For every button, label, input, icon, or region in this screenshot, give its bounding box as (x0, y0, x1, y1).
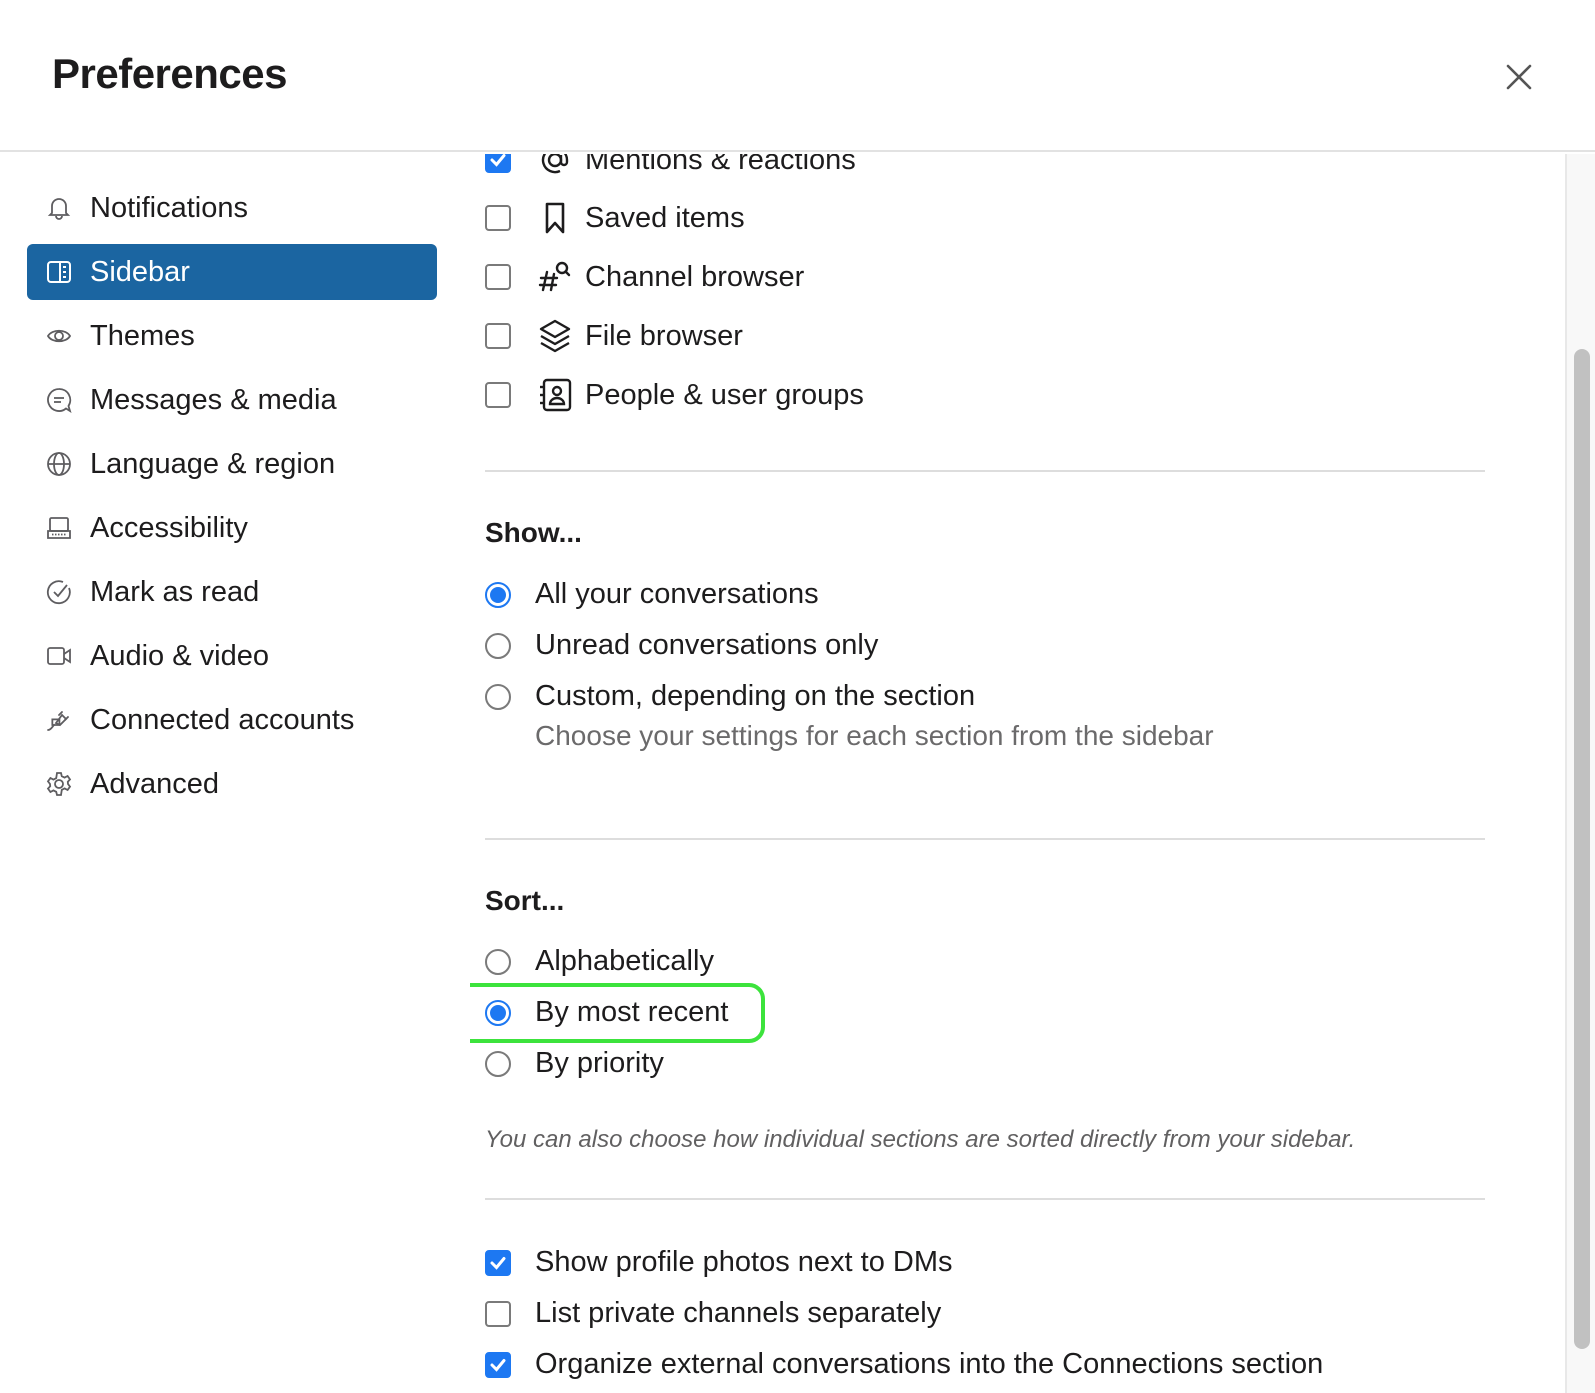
checkbox-checked[interactable] (485, 154, 511, 173)
nav-label: Messages & media (90, 383, 337, 416)
option-label: People & user groups (585, 378, 864, 411)
nav-item-connected-accounts[interactable]: Connected accounts (27, 692, 437, 748)
option-label: Unread conversations only (535, 629, 879, 661)
option-organize-external[interactable]: Organize external conversations into the… (485, 1348, 1323, 1381)
nav-item-notifications[interactable]: Notifications (27, 180, 437, 236)
bell-icon (45, 194, 73, 222)
close-button[interactable] (1498, 56, 1540, 98)
nav-label: Accessibility (90, 511, 248, 544)
option-label: By priority (535, 1047, 664, 1079)
scrollbar-track[interactable] (1565, 154, 1595, 1393)
sort-note: You can also choose how individual secti… (485, 1126, 1356, 1153)
nav-label: Connected accounts (90, 703, 355, 736)
show-option-all[interactable]: All your conversations (485, 578, 819, 611)
nav-item-messages-media[interactable]: Messages & media (27, 372, 437, 428)
option-label: By most recent (535, 996, 729, 1028)
nav-item-mark-as-read[interactable]: Mark as read (27, 564, 437, 620)
preferences-nav: Notifications Sidebar Themes Messages & … (27, 180, 437, 820)
layers-icon (537, 318, 573, 354)
checkbox-checked[interactable] (485, 1351, 511, 1378)
divider (485, 470, 1485, 472)
option-label: File browser (585, 319, 743, 352)
nav-item-language-region[interactable]: Language & region (27, 436, 437, 492)
nav-item-accessibility[interactable]: Accessibility (27, 500, 437, 556)
message-icon (45, 386, 73, 414)
nav-label: Advanced (90, 767, 219, 800)
option-label: Saved items (585, 201, 745, 234)
option-label: Show profile photos next to DMs (535, 1246, 953, 1278)
dialog-header: Preferences (0, 0, 1595, 152)
checkbox[interactable] (485, 264, 511, 290)
option-label: Organize external conversations into the… (535, 1348, 1324, 1380)
option-mentions-reactions[interactable]: Mentions & reactions (485, 154, 856, 178)
nav-label: Sidebar (90, 255, 190, 288)
option-channel-browser[interactable]: Channel browser (485, 259, 804, 295)
divider (485, 838, 1485, 840)
option-list-private-channels[interactable]: List private channels separately (485, 1297, 941, 1330)
contact-book-icon (537, 377, 573, 413)
option-show-profile-photos[interactable]: Show profile photos next to DMs (485, 1246, 952, 1279)
option-saved-items[interactable]: Saved items (485, 200, 745, 236)
radio-selected[interactable] (485, 581, 511, 608)
sort-option-priority[interactable]: By priority (485, 1047, 664, 1080)
eye-icon (45, 322, 73, 350)
laptop-icon (45, 514, 73, 542)
nav-item-audio-video[interactable]: Audio & video (27, 628, 437, 684)
option-label: All your conversations (535, 578, 819, 610)
channel-search-icon (537, 259, 573, 295)
custom-hint: Choose your settings for each section fr… (535, 720, 1214, 751)
sidebar-settings-panel: Mentions & reactions Saved items Channel… (470, 154, 1565, 1393)
nav-label: Notifications (90, 191, 248, 224)
sort-option-most-recent[interactable]: By most recent (485, 996, 728, 1029)
gear-icon (45, 770, 73, 798)
option-label: Mentions & reactions (585, 154, 856, 176)
sidebar-icon (45, 258, 73, 286)
show-option-unread[interactable]: Unread conversations only (485, 629, 878, 662)
checkbox[interactable] (485, 1300, 511, 1327)
option-label: Channel browser (585, 260, 805, 293)
radio[interactable] (485, 1050, 511, 1077)
nav-item-themes[interactable]: Themes (27, 308, 437, 364)
option-label: List private channels separately (535, 1297, 942, 1329)
option-file-browser[interactable]: File browser (485, 318, 743, 354)
divider (485, 1198, 1485, 1200)
globe-icon (45, 450, 73, 478)
at-sign-icon (537, 154, 573, 178)
bookmark-icon (537, 200, 573, 236)
checkbox[interactable] (485, 382, 511, 408)
option-people-user-groups[interactable]: People & user groups (485, 377, 864, 413)
nav-label: Audio & video (90, 639, 269, 672)
nav-label: Language & region (90, 447, 336, 480)
dialog-title: Preferences (52, 50, 288, 97)
radio[interactable] (485, 632, 511, 659)
check-circle-icon (45, 578, 73, 606)
checkbox[interactable] (485, 323, 511, 349)
radio-selected[interactable] (485, 999, 511, 1026)
checkbox[interactable] (485, 205, 511, 231)
checkbox-checked[interactable] (485, 1249, 511, 1276)
scrollbar-thumb[interactable] (1574, 349, 1590, 1349)
nav-label: Mark as read (90, 575, 260, 608)
nav-item-sidebar[interactable]: Sidebar (27, 244, 437, 300)
video-camera-icon (45, 642, 73, 670)
show-option-custom[interactable]: Custom, depending on the section (485, 680, 975, 713)
sort-heading: Sort... (485, 885, 565, 916)
option-label: Custom, depending on the section (535, 680, 976, 712)
plug-icon (45, 706, 73, 734)
nav-label: Themes (90, 319, 195, 352)
radio[interactable] (485, 683, 511, 710)
radio[interactable] (485, 948, 511, 975)
nav-item-advanced[interactable]: Advanced (27, 756, 437, 812)
option-label: Alphabetically (535, 945, 714, 977)
show-heading: Show... (485, 517, 582, 548)
sort-option-alphabetically[interactable]: Alphabetically (485, 945, 714, 978)
close-icon (1506, 64, 1532, 90)
